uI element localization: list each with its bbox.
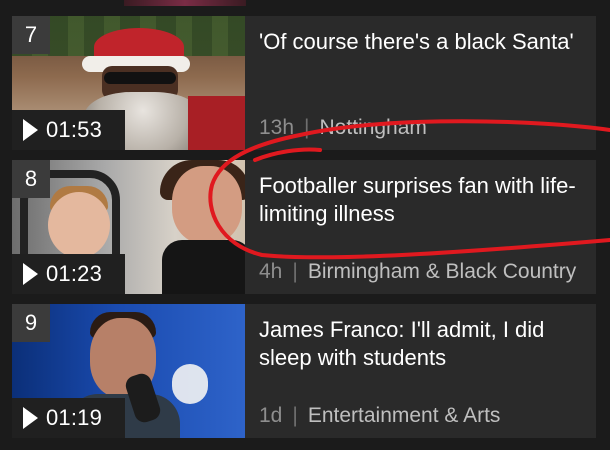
santa-coat (188, 96, 245, 150)
video-region[interactable]: Birmingham & Black Country (308, 260, 576, 283)
santa-thumbnail[interactable]: 7 01:53 (12, 16, 245, 150)
previous-thumbnail-edge (124, 0, 246, 6)
play-button[interactable]: 01:19 (12, 398, 125, 438)
video-item-9[interactable]: 9 01:19 James Franco: I'll admit, I did … (12, 304, 596, 438)
video-region[interactable]: Entertainment & Arts (308, 404, 501, 427)
background-logo (172, 364, 208, 404)
annotation-stroke-hook (253, 147, 322, 162)
rank-badge: 9 (12, 304, 50, 342)
video-item-8[interactable]: 8 01:23 Footballer surprises fan with li… (12, 160, 596, 294)
video-meta: 1d | Entertainment & Arts (259, 404, 500, 428)
video-item-7[interactable]: 7 01:53 'Of course there's a black Santa… (12, 16, 596, 150)
video-title[interactable]: 'Of course there's a black Santa' (259, 28, 589, 56)
sunglasses (104, 72, 176, 84)
footballer-body (162, 240, 245, 294)
rank-badge: 7 (12, 16, 50, 54)
video-meta: 4h | Birmingham & Black Country (259, 260, 576, 284)
meta-separator: | (304, 116, 310, 139)
franco-thumbnail[interactable]: 9 01:19 (12, 304, 245, 438)
play-icon (23, 407, 38, 429)
video-duration: 01:53 (46, 117, 103, 142)
video-title[interactable]: Footballer surprises fan with life-limit… (259, 172, 589, 228)
play-icon (23, 119, 38, 141)
meta-separator: | (292, 404, 298, 427)
child-face (48, 192, 110, 258)
video-age: 13h (259, 116, 295, 139)
rank-badge: 8 (12, 160, 50, 198)
video-duration: 01:23 (46, 261, 103, 286)
previous-item-edge (0, 0, 610, 6)
meta-separator: | (292, 260, 298, 283)
footballer-face (172, 166, 242, 244)
play-icon (23, 263, 38, 285)
play-button[interactable]: 01:53 (12, 110, 125, 150)
video-age: 1d (259, 404, 283, 427)
video-region[interactable]: Nottingham (320, 116, 427, 139)
video-duration: 01:19 (46, 405, 103, 430)
video-title[interactable]: James Franco: I'll admit, I did sleep wi… (259, 316, 589, 372)
video-meta: 13h | Nottingham (259, 116, 427, 140)
play-button[interactable]: 01:23 (12, 254, 125, 294)
video-age: 4h (259, 260, 283, 283)
footballer-thumbnail[interactable]: 8 01:23 (12, 160, 245, 294)
